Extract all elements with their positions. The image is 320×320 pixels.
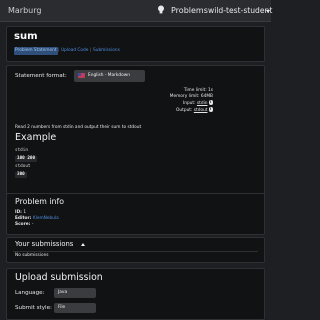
submit-style-select[interactable]: File (54, 303, 96, 313)
input-row: Input: stdin i (97, 100, 213, 107)
language-label: Language: (15, 290, 45, 296)
lightbulb-icon[interactable] (157, 5, 165, 15)
output-value: stdout (193, 108, 208, 114)
problem-header-card: sum Problem Statement | Upload Code | Su… (6, 26, 265, 62)
example-heading: Example (15, 132, 57, 143)
problem-id-row: ID: 1 (15, 210, 26, 215)
brand-link[interactable]: Marburg (8, 6, 41, 15)
info-icon[interactable]: i (208, 100, 213, 105)
problem-editor-row: Editor: KlemNebula (15, 216, 59, 221)
output-row: Output: stdout i (97, 107, 213, 114)
statement-format-value: English - Markdown (88, 73, 130, 78)
upload-card: Upload submission Language: Java Submit … (6, 268, 265, 320)
problem-score-row: Score: - (15, 222, 33, 227)
output-label: Output: (176, 108, 193, 114)
problem-editor-link[interactable]: KlemNebula (33, 216, 59, 221)
problem-id-label: ID: (15, 210, 22, 215)
submit-style-label: Submit style: (15, 305, 52, 311)
tab-separator: | (90, 48, 92, 53)
stdout-label: stdout (15, 164, 31, 169)
chevron-down-icon[interactable] (266, 10, 270, 13)
upload-heading: Upload submission (15, 272, 103, 283)
problem-title: sum (14, 31, 38, 42)
submissions-card: Your submissions No submissions (6, 237, 265, 263)
no-submissions-text: No submissions (15, 253, 49, 258)
problem-score-value: - (31, 222, 34, 227)
statement-text: Read 2 numbers from stdin and output the… (15, 125, 142, 130)
info-icon[interactable]: i (208, 107, 213, 112)
stdin-value: 100 200 (15, 156, 38, 162)
tab-upload-code[interactable]: Upload Code (61, 47, 88, 55)
nav-problems-link[interactable]: Problems (171, 6, 208, 15)
chevron-up-icon[interactable] (81, 243, 85, 246)
statement-format-label: Statement format: (15, 73, 67, 79)
flag-icon (78, 73, 85, 78)
tab-submissions[interactable]: Submissions (93, 47, 120, 55)
statement-format-select[interactable]: English - Markdown (74, 70, 145, 82)
input-label: Input: (182, 101, 196, 107)
stdin-label: stdin (15, 148, 28, 153)
tab-problem-statement[interactable]: Problem Statement (14, 47, 58, 55)
problem-info-heading: Problem info (15, 197, 64, 206)
top-navbar: Marburg Problems wild-test-student (0, 0, 272, 22)
stdout-value: 300 (15, 172, 27, 178)
problem-id-value: 1 (23, 210, 27, 215)
problem-score-label: Score: (15, 222, 31, 227)
problem-editor-label: Editor: (15, 216, 32, 221)
tab-separator: | (58, 48, 60, 53)
language-select[interactable]: Java (54, 288, 96, 298)
limits-block: Time limit: 1s Memory limit: 64MB Input:… (97, 88, 213, 114)
problem-info-card: Problem info ID: 1 Editor: KlemNebula Sc… (6, 193, 265, 235)
input-value: stdin (196, 101, 208, 107)
user-menu[interactable]: wild-test-student (208, 6, 272, 15)
divider (13, 251, 258, 252)
submissions-heading[interactable]: Your submissions (15, 240, 73, 248)
